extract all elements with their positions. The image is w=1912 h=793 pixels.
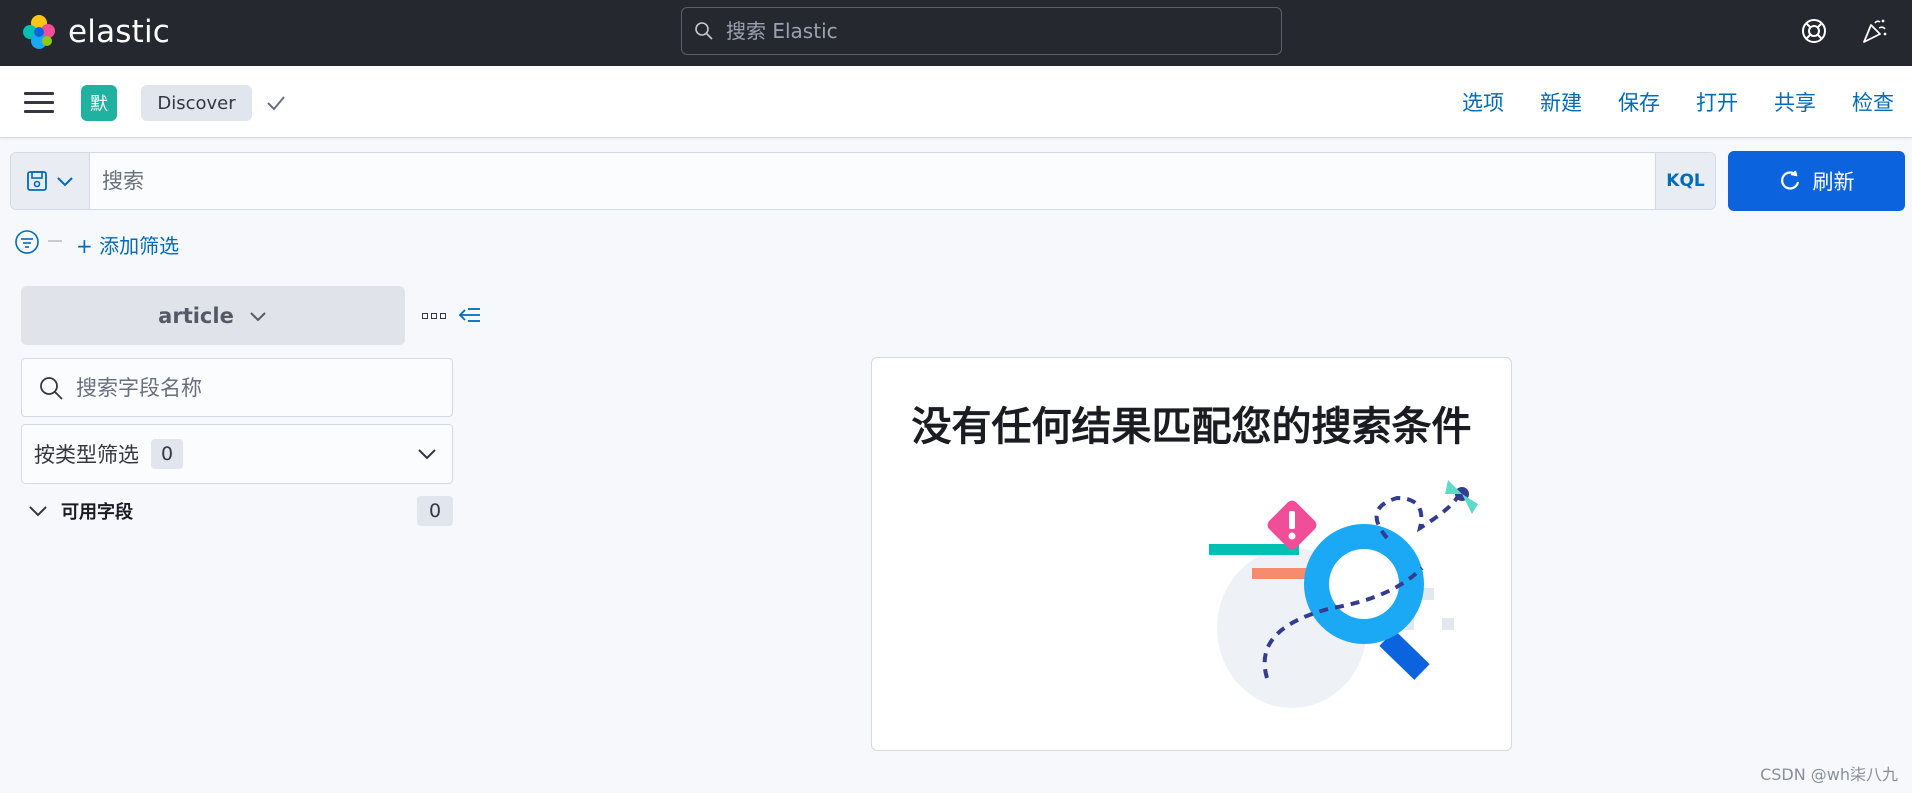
inspect-link[interactable]: 检查 <box>1852 85 1894 121</box>
app-header: 默 Discover 选项 新建 保存 打开 共享 检查 <box>0 66 1912 138</box>
index-pattern-selector[interactable]: article <box>21 286 405 345</box>
type-filter-count: 0 <box>151 439 184 469</box>
menu-icon-bar <box>24 100 54 104</box>
chevron-down-icon <box>29 506 47 517</box>
no-results-illustration <box>1209 480 1478 708</box>
elastic-logo[interactable]: elastic <box>20 12 170 52</box>
menu-icon-bar <box>24 109 54 113</box>
global-search[interactable] <box>681 7 1282 55</box>
options-link[interactable]: 选项 <box>1462 85 1504 121</box>
available-fields-count: 0 <box>417 496 453 526</box>
save-icon <box>27 171 47 191</box>
refresh-label: 刷新 <box>1812 170 1855 194</box>
refresh-button[interactable]: 刷新 <box>1728 151 1905 211</box>
news-feed-icon[interactable] <box>1858 15 1890 47</box>
menu-icon-bar <box>24 91 54 95</box>
new-link[interactable]: 新建 <box>1540 85 1582 121</box>
available-fields-label: 可用字段 <box>61 502 133 523</box>
chevron-down-icon <box>250 311 266 321</box>
global-header: elastic <box>0 0 1912 66</box>
top-nav-menu: 选项 新建 保存 打开 共享 检查 <box>1426 85 1894 121</box>
query-bar: KQL <box>10 152 1716 210</box>
field-search[interactable] <box>21 358 453 417</box>
type-filter-button[interactable]: 按类型筛选 0 <box>21 424 453 484</box>
refresh-icon <box>1780 170 1799 190</box>
field-search-input[interactable] <box>76 375 416 400</box>
dot <box>440 313 446 319</box>
index-options-icon[interactable] <box>422 306 448 326</box>
query-input[interactable] <box>90 153 1655 209</box>
watermark: CSDN @wh柒八九 <box>1760 765 1898 784</box>
open-link[interactable]: 打开 <box>1696 85 1738 121</box>
available-fields-section[interactable]: 可用字段 0 <box>21 496 453 526</box>
chevron-down-icon <box>418 449 436 460</box>
no-results-panel: 没有任何结果匹配您的搜索条件 <box>871 357 1512 751</box>
search-icon <box>40 376 63 400</box>
no-results-title: 没有任何结果匹配您的搜索条件 <box>911 404 1472 450</box>
save-link[interactable]: 保存 <box>1618 85 1660 121</box>
type-filter-label: 按类型筛选 <box>34 443 139 467</box>
dot <box>431 313 437 319</box>
filter-divider <box>48 240 62 242</box>
elastic-logo-icon <box>23 15 55 49</box>
search-icon <box>695 22 713 40</box>
menu-toggle-button[interactable] <box>24 86 54 118</box>
dot <box>422 313 428 319</box>
share-link[interactable]: 共享 <box>1774 85 1816 121</box>
breadcrumb[interactable]: Discover <box>141 85 252 121</box>
query-language-button[interactable]: KQL <box>1655 153 1715 209</box>
index-pattern-label: article <box>158 303 234 328</box>
saved-query-button[interactable] <box>11 153 90 209</box>
collapse-sidebar-icon[interactable] <box>457 302 483 328</box>
help-icon[interactable] <box>1798 15 1830 47</box>
check-icon <box>267 96 285 111</box>
add-filter-button[interactable]: + 添加筛选 <box>76 230 179 259</box>
logo-text: elastic <box>68 14 171 50</box>
filter-options-icon[interactable] <box>14 229 40 255</box>
chevron-down-icon <box>57 177 73 187</box>
global-search-input[interactable] <box>726 19 1226 43</box>
space-avatar[interactable]: 默 <box>81 85 117 121</box>
